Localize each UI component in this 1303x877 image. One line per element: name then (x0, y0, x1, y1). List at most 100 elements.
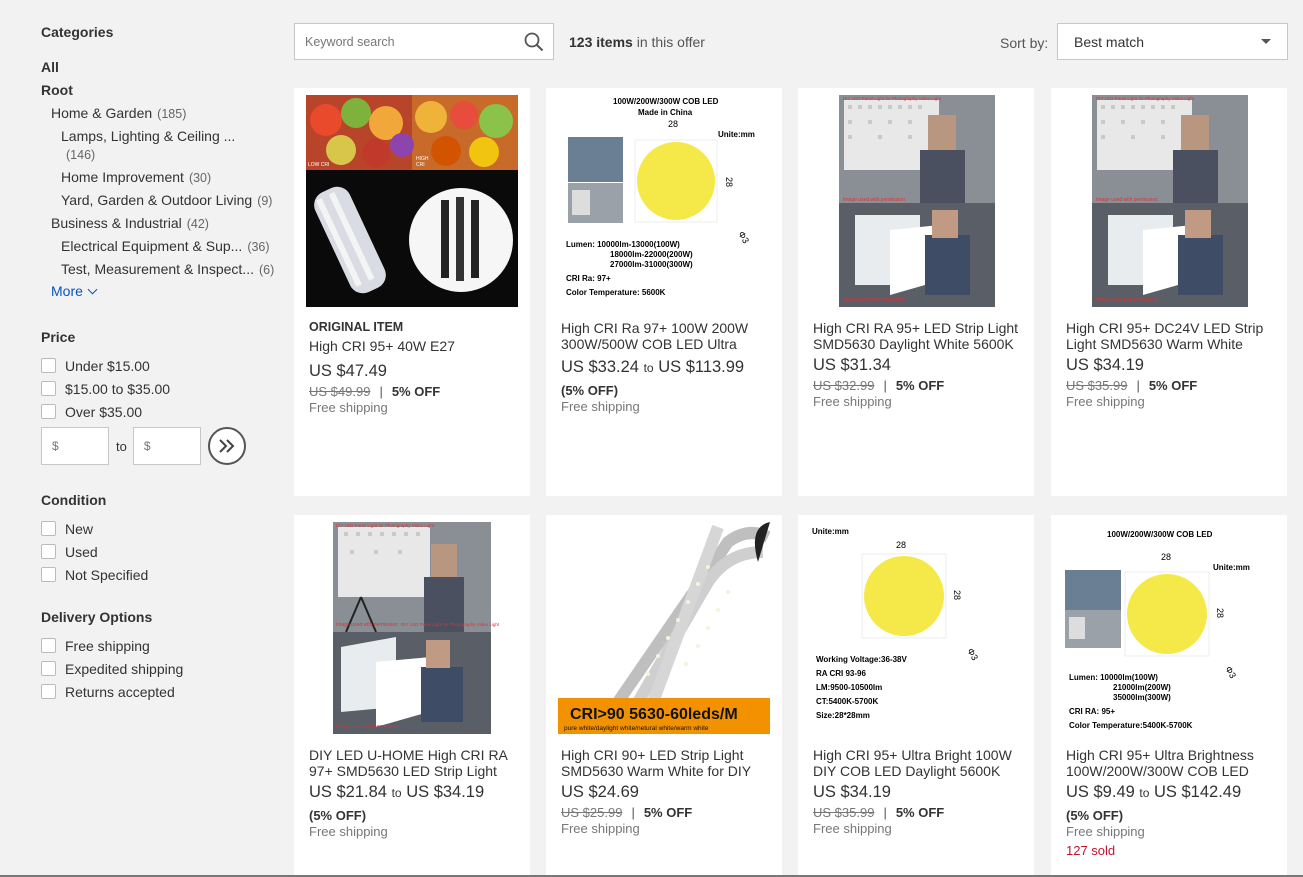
original-price: US $32.99 (813, 378, 875, 393)
product-title[interactable]: High CRI RA 95+ LED Strip Light SMD5630 … (813, 320, 1024, 352)
checkbox[interactable] (41, 684, 56, 699)
product-info: High CRI 95+ Ultra Bright 100W DIY COB L… (813, 747, 1024, 836)
product-info: High CRI Ra 97+ 100W 200W 300W/500W COB … (561, 320, 772, 414)
image-text: pure white/daylight white/netural white/… (564, 725, 709, 732)
image-text: 21000lm(200W) (1113, 683, 1171, 692)
product-card[interactable]: 100W/200W/300W COB LED 28 Unite:mm 28 Φ3… (1051, 515, 1287, 877)
category-count: (185) (157, 107, 187, 121)
category-count: (30) (188, 171, 212, 185)
product-image[interactable]: DIY LED Panel Light for Photography Vide… (1063, 95, 1275, 307)
product-image[interactable]: 100W/200W/300W COB LED 28 Unite:mm 28 Φ3… (1063, 522, 1275, 734)
product-card[interactable]: Unite:mm 28 28 Φ3 Working Voltage:36-38V… (798, 515, 1034, 877)
price-submit-button[interactable] (207, 427, 246, 465)
price-high: US $113.99 (658, 358, 745, 376)
price-min-input[interactable] (41, 427, 109, 465)
product-title[interactable]: High CRI 95+ DC24V LED Strip Light SMD56… (1066, 320, 1277, 352)
product-image[interactable]: CRI>90 5630-60leds/M pure white/daylight… (558, 522, 770, 734)
category-label: Test, Measurement & Inspect... (61, 261, 254, 277)
price-heading: Price (41, 329, 76, 345)
product-title[interactable]: High CRI 95+ Ultra Bright 100W DIY COB L… (813, 747, 1024, 779)
product-image[interactable]: DIY LED Panel Light for Photography Vide… (810, 95, 1022, 307)
product-card[interactable]: DIY LED Panel Light for Photography Vide… (294, 515, 530, 877)
product-image[interactable]: LOW CRI HIGH CRI (306, 95, 518, 307)
checkbox[interactable] (41, 638, 56, 653)
price-to: to (1139, 786, 1150, 800)
product-price: US $9.49 to US $142.49 (1066, 783, 1277, 802)
image-text: CT:5400K-5700K (816, 697, 878, 706)
caret-down-icon (1261, 39, 1271, 44)
category-root[interactable]: Root (41, 82, 281, 98)
price-options: Under $15.00 $15.00 to $35.00 Over $35.0… (41, 354, 281, 423)
option-label: New (65, 520, 94, 537)
product-title[interactable]: High CRI Ra 97+ 100W 200W 300W/500W COB … (561, 320, 772, 352)
product-image[interactable]: 100W/200W/300W COB LED Made in China 28 … (558, 95, 770, 307)
product-price: US $24.69 (561, 783, 639, 801)
sold-count: 127 sold (1066, 843, 1116, 858)
product-title[interactable]: DIY LED U-HOME High CRI RA 97+ SMD5630 L… (309, 747, 520, 779)
image-text: Lumen: 10000lm-13000(100W) (566, 240, 680, 249)
product-info: ORIGINAL ITEM High CRI 95+ 40W E27 US $4… (309, 320, 520, 415)
discount-percent: 5% OFF (895, 805, 945, 820)
checkbox[interactable] (41, 358, 56, 373)
delivery-returns-accepted[interactable]: Returns accepted (41, 680, 281, 703)
discount-percent: 5% OFF (643, 805, 693, 820)
image-text: 35000lm(300W) (1113, 693, 1171, 702)
condition-not-specified[interactable]: Not Specified (41, 563, 281, 586)
delivery-expedited[interactable]: Expedited shipping (41, 657, 281, 680)
filter-sidebar: Categories All Root Home & Garden (185) L… (41, 24, 281, 703)
category-electrical-equipment[interactable]: Electrical Equipment & Sup... (36) (61, 238, 281, 254)
more-categories-link[interactable]: More (51, 283, 281, 299)
price-max-input[interactable] (132, 427, 201, 465)
discount-row: (5% OFF) (561, 383, 772, 398)
separator: | (379, 384, 383, 399)
sort-dropdown[interactable]: Best match (1057, 23, 1288, 60)
image-text: Image used with permission (1096, 297, 1158, 303)
image-text: LOW CRI (308, 162, 329, 168)
product-card[interactable]: CRI>90 5630-60leds/M pure white/daylight… (546, 515, 782, 877)
separator: | (631, 805, 635, 820)
price-option-under-15[interactable]: Under $15.00 (41, 354, 281, 377)
price-to-label: to (116, 438, 127, 454)
category-home-garden[interactable]: Home & Garden (185) (51, 105, 281, 121)
category-all[interactable]: All (41, 59, 281, 75)
price-option-over-35[interactable]: Over $35.00 (41, 400, 281, 423)
price-option-15-to-35[interactable]: $15.00 to $35.00 (41, 377, 281, 400)
checkbox[interactable] (41, 381, 56, 396)
condition-new[interactable]: New (41, 517, 281, 540)
product-card[interactable]: LOW CRI HIGH CRI ORIGINAL ITEM High CRI … (294, 88, 530, 496)
category-count: (146) (66, 148, 96, 162)
checkbox[interactable] (41, 544, 56, 559)
checkbox[interactable] (41, 521, 56, 536)
discount-row: US $32.99 | 5% OFF (813, 378, 1024, 393)
product-card[interactable]: DIY LED Panel Light for Photography Vide… (798, 88, 1034, 496)
checkbox[interactable] (41, 661, 56, 676)
product-title[interactable]: High CRI 95+ 40W E27 (309, 338, 520, 356)
category-business-industrial[interactable]: Business & Industrial (42) (51, 215, 281, 231)
condition-options: New Used Not Specified (41, 517, 281, 586)
image-text: DIY LED Panel Light for Photography Vide… (401, 622, 500, 627)
product-info: DIY LED U-HOME High CRI RA 97+ SMD5630 L… (309, 747, 520, 839)
price-high: US $34.19 (406, 783, 485, 801)
product-image[interactable]: Unite:mm 28 28 Φ3 Working Voltage:36-38V… (810, 522, 1022, 734)
separator: | (883, 378, 887, 393)
image-text: Unite:mm (812, 527, 849, 536)
category-yard-garden[interactable]: Yard, Garden & Outdoor Living (9) (61, 192, 281, 208)
product-card[interactable]: DIY LED Panel Light for Photography Vide… (1051, 88, 1287, 496)
search-button[interactable] (515, 24, 553, 59)
category-home-improvement[interactable]: Home Improvement (30) (61, 169, 281, 185)
product-title[interactable]: High CRI 95+ Ultra Brightness 100W/200W/… (1066, 747, 1277, 779)
product-title[interactable]: High CRI 90+ LED Strip Light SMD5630 War… (561, 747, 772, 779)
image-text: 27000lm-31000(300W) (610, 260, 693, 269)
original-item-tag: ORIGINAL ITEM (309, 320, 404, 334)
checkbox[interactable] (41, 404, 56, 419)
discount-row: US $49.99 | 5% OFF (309, 384, 520, 399)
condition-used[interactable]: Used (41, 540, 281, 563)
product-image[interactable]: DIY LED Panel Light for Photography Vide… (306, 522, 518, 734)
delivery-free-shipping[interactable]: Free shipping (41, 634, 281, 657)
category-lamps-lighting[interactable]: Lamps, Lighting & Ceiling ... (61, 128, 281, 144)
category-test-measurement[interactable]: Test, Measurement & Inspect... (6) (61, 261, 281, 277)
search-input[interactable] (295, 34, 515, 49)
checkbox[interactable] (41, 567, 56, 582)
product-card[interactable]: 100W/200W/300W COB LED Made in China 28 … (546, 88, 782, 496)
category-count: (6) (258, 263, 275, 277)
